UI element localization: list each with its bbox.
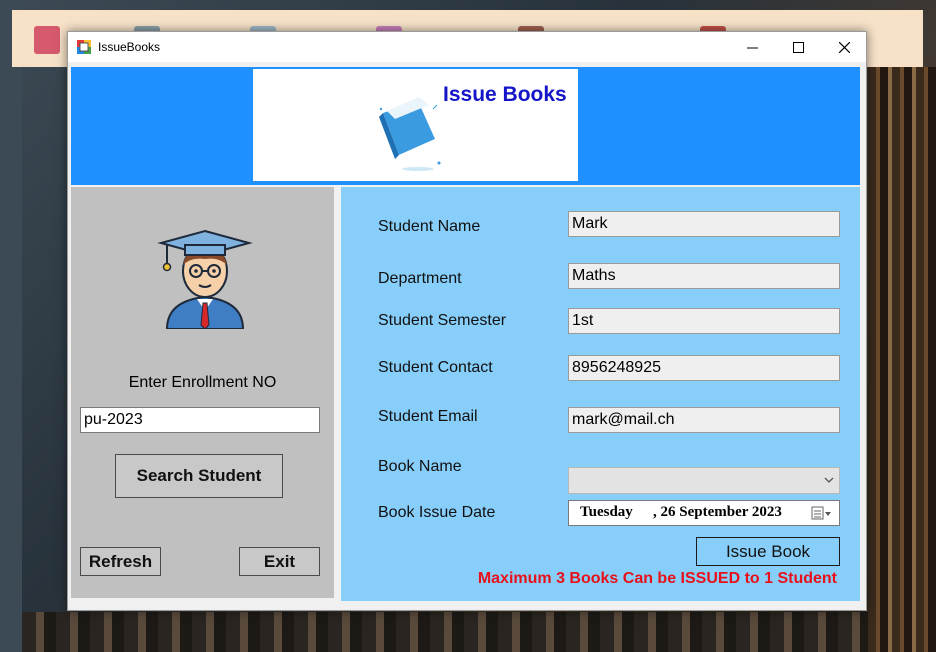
left-panel: Enter Enrollment NO Search Student Refre… bbox=[71, 187, 334, 598]
contact-label: Student Contact bbox=[378, 359, 493, 376]
issue-date-label: Book Issue Date bbox=[378, 504, 496, 521]
header-panel: Issue Books bbox=[71, 67, 860, 185]
maximize-button[interactable] bbox=[775, 32, 821, 62]
semester-label: Student Semester bbox=[378, 312, 507, 329]
student-graduate-icon bbox=[157, 229, 253, 329]
contact-field[interactable] bbox=[568, 355, 840, 381]
minimize-button[interactable] bbox=[729, 32, 775, 62]
book-name-dropdown[interactable] bbox=[568, 467, 840, 494]
desktop-background-bookshelf bbox=[868, 67, 936, 652]
refresh-button[interactable]: Refresh bbox=[80, 547, 161, 576]
desktop-background-bottom bbox=[22, 612, 868, 652]
window-title: IssueBooks bbox=[98, 40, 161, 54]
minimize-icon bbox=[746, 47, 758, 48]
issue-date-value: , 26 September 2023 bbox=[653, 504, 782, 520]
department-field[interactable] bbox=[568, 263, 840, 289]
calendar-dropdown-icon bbox=[811, 506, 831, 520]
email-field[interactable] bbox=[568, 407, 840, 433]
title-bar[interactable]: IssueBooks bbox=[68, 32, 866, 62]
issue-date-day: Tuesday bbox=[580, 504, 633, 520]
student-name-label: Student Name bbox=[378, 218, 481, 235]
exit-button[interactable]: Exit bbox=[239, 547, 320, 576]
search-student-button[interactable]: Search Student bbox=[115, 454, 283, 498]
semester-field[interactable] bbox=[568, 308, 840, 334]
close-button[interactable] bbox=[821, 32, 867, 62]
maximize-icon bbox=[792, 41, 804, 53]
department-label: Department bbox=[378, 270, 462, 287]
banner: Issue Books bbox=[253, 69, 578, 181]
desktop-app-icon[interactable] bbox=[34, 26, 60, 54]
issue-date-picker[interactable]: Tuesday , 26 September 2023 bbox=[568, 500, 840, 526]
email-label: Student Email bbox=[378, 408, 478, 425]
desktop-background-left bbox=[0, 0, 22, 652]
app-icon bbox=[77, 40, 91, 54]
warning-message: Maximum 3 Books Can be ISSUED to 1 Stude… bbox=[477, 570, 837, 587]
student-name-field[interactable] bbox=[568, 211, 840, 237]
issue-books-window: IssueBooks Issue Books Enter Enrollment … bbox=[67, 31, 867, 611]
banner-title: Issue Books bbox=[443, 83, 567, 106]
book-name-label: Book Name bbox=[378, 458, 462, 475]
issue-book-button[interactable]: Issue Book bbox=[696, 537, 840, 566]
enrollment-label: Enter Enrollment NO bbox=[128, 374, 277, 391]
enrollment-input[interactable] bbox=[80, 407, 320, 433]
close-icon bbox=[838, 41, 850, 53]
student-details-panel: Student Name Department Student Semester… bbox=[341, 187, 860, 601]
chevron-down-icon bbox=[824, 477, 834, 483]
